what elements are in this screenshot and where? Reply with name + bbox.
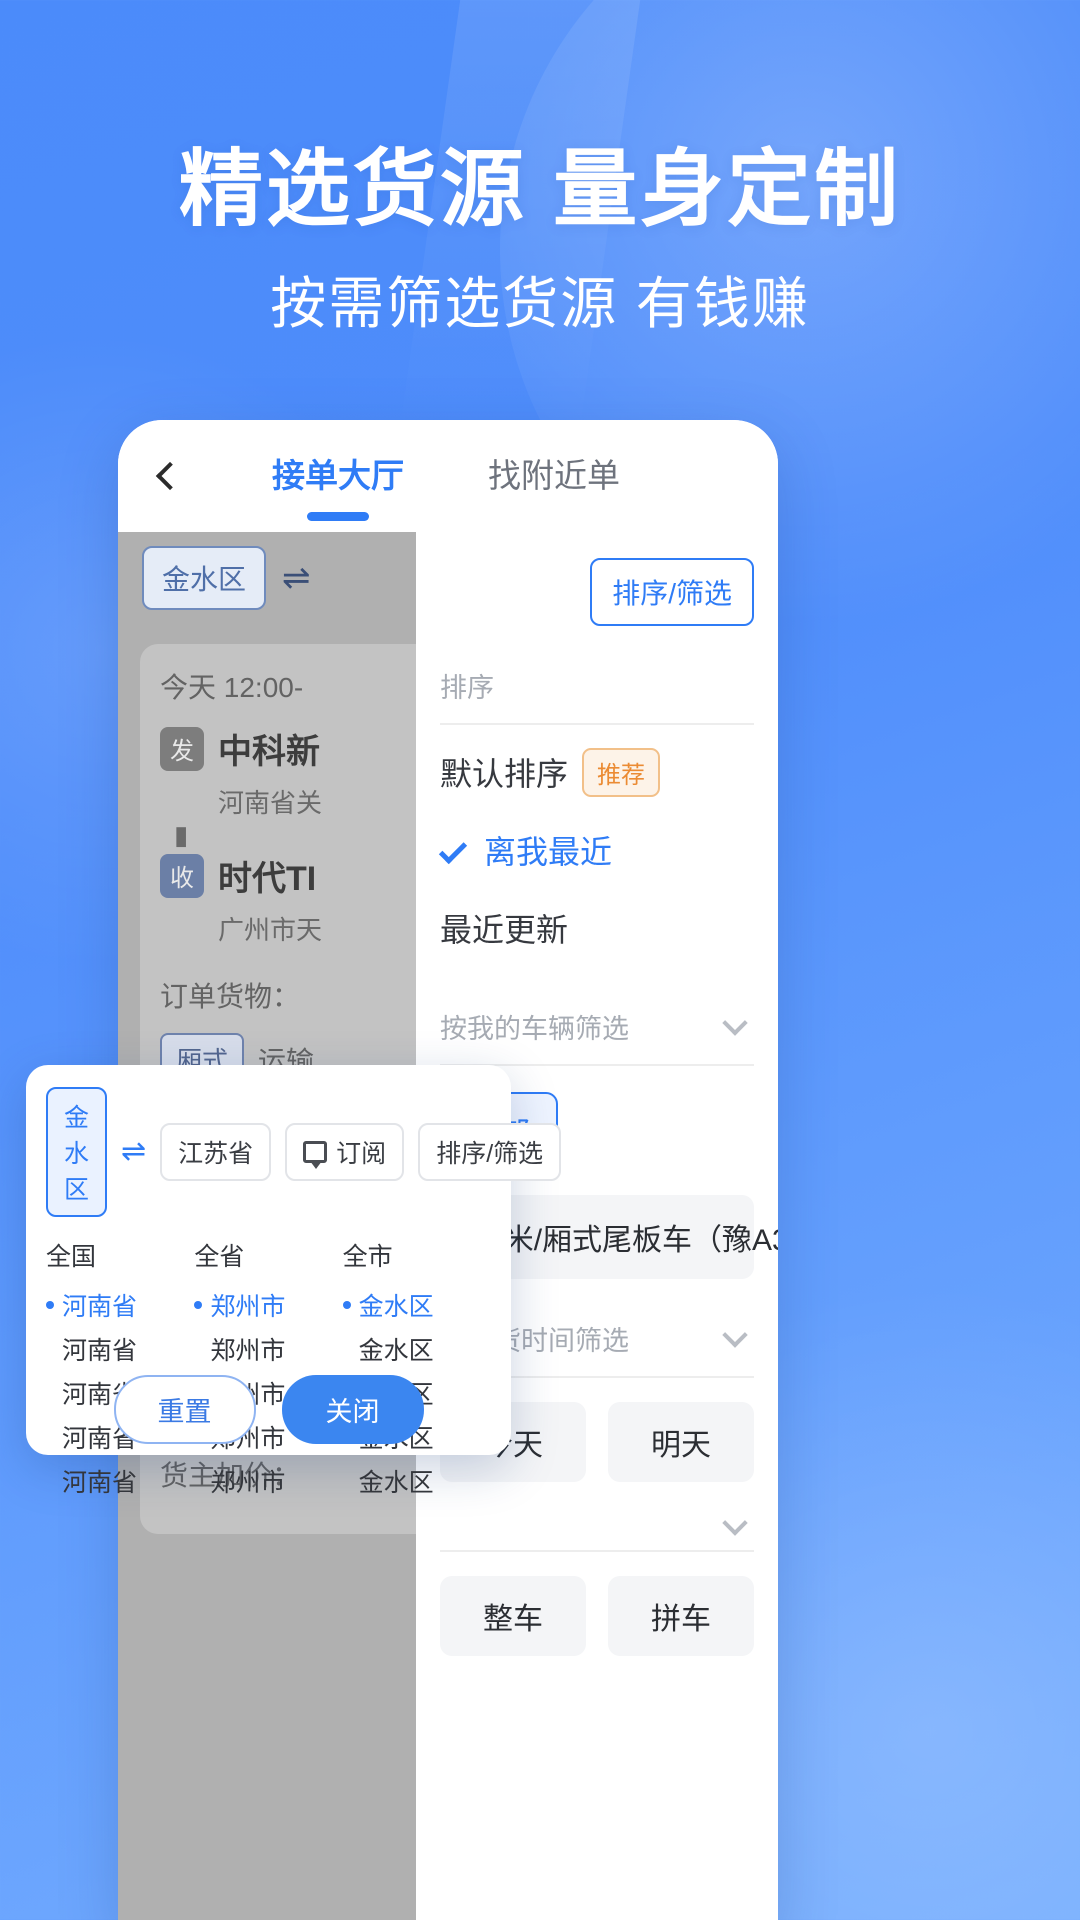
list-item-label: 郑州市 (210, 1293, 286, 1321)
sort-option-list: 默认排序 推荐 离我最近 最近更新 (438, 725, 754, 967)
list-item[interactable]: 金水区 (342, 1283, 491, 1327)
column-header-country[interactable]: 全国 (46, 1237, 194, 1283)
chevron-down-icon-2 (722, 1321, 748, 1348)
order-sender-row: 发 中科新 (160, 724, 416, 773)
subscribe-icon (303, 1141, 328, 1169)
list-item-label: 河南省 (62, 1337, 138, 1365)
subscribe-label: 订阅 (336, 1140, 387, 1168)
swap-horizontal-icon[interactable]: ⇌ (121, 1137, 146, 1167)
selected-dot-icon (194, 1477, 202, 1485)
reset-button[interactable]: 重置 (113, 1374, 256, 1444)
recommended-badge: 推荐 (582, 747, 661, 797)
tab-nearby-orders[interactable]: 找附近单 (488, 449, 620, 503)
cargo-chip-row: 整车 拼车 (440, 1576, 754, 1656)
chip-shared-load[interactable]: 拼车 (608, 1576, 754, 1656)
back-button[interactable] (118, 420, 214, 532)
region-picker-popup: 金水区 ⇌ 江苏省 订阅 排序/筛选 全国 河南省 河南省 河南省 河南省 河南… (26, 1065, 562, 1497)
sort-option-nearest[interactable]: 离我最近 (438, 811, 754, 889)
list-item-label: 金水区 (358, 1469, 434, 1497)
selected-dot-icon (46, 1301, 54, 1309)
chevron-left-icon (155, 461, 185, 491)
order-time: 今天 12:00- (160, 672, 304, 703)
region-sort-filter-button[interactable]: 排序/筛选 (418, 1123, 562, 1181)
selected-dot-icon (343, 1477, 351, 1485)
sender-name: 中科新 (218, 733, 320, 771)
app-navbar: 接单大厅 找附近单 (118, 420, 778, 532)
column-header-province[interactable]: 全省 (194, 1237, 342, 1283)
sort-option-recent-label: 最近更新 (440, 912, 569, 948)
order-list-toolbar: 金水区 ⇌ (118, 532, 416, 624)
hero-title: 精选货源 量身定制 (178, 142, 902, 236)
selected-dot-icon (342, 1301, 351, 1309)
route-pin-icon: ▮ (174, 820, 189, 850)
region-chip[interactable]: 金水区 (142, 546, 267, 610)
filter-sheet-topbar: 排序/筛选 (440, 532, 754, 626)
sender-address: 河南省关 (218, 788, 323, 818)
list-item-label: 金水区 (358, 1337, 434, 1365)
sender-badge: 发 (160, 726, 204, 771)
selected-dot-icon (343, 1345, 351, 1353)
vehicle-filter-header[interactable]: 按我的车辆筛选 (440, 1007, 754, 1046)
selected-dot-icon (46, 1477, 54, 1485)
order-receiver-row: 收 时代TI (160, 851, 416, 900)
vehicle-filter-label: 按我的车辆筛选 (440, 1014, 629, 1044)
swap-horizontal-icon[interactable]: ⇌ (282, 558, 311, 598)
list-item[interactable]: 金水区 (343, 1459, 491, 1503)
sort-filter-button[interactable]: 排序/筛选 (590, 558, 754, 626)
receiver-name: 时代TI (218, 860, 317, 898)
region-picker-header: 金水区 ⇌ 江苏省 订阅 排序/筛选 (46, 1087, 562, 1217)
hero-subtitle: 按需筛选货源 有钱赚 (270, 272, 810, 336)
column-header-city[interactable]: 全市 (343, 1237, 491, 1283)
list-item[interactable]: 郑州市 (194, 1283, 342, 1327)
sort-option-default-label: 默认排序 (440, 756, 569, 792)
tab-nearby-orders-label: 找附近单 (488, 457, 620, 494)
chip-full-load[interactable]: 整车 (440, 1576, 586, 1656)
list-item-label: 郑州市 (210, 1337, 286, 1365)
selected-dot-icon (194, 1301, 203, 1309)
close-button[interactable]: 关闭 (281, 1374, 424, 1444)
selected-dot-icon (194, 1345, 202, 1353)
chevron-down-icon-3 (722, 1510, 748, 1536)
subscribe-button[interactable]: 订阅 (285, 1123, 405, 1181)
receiver-badge: 收 (160, 853, 204, 898)
receiver-address: 广州市天 (218, 915, 323, 945)
sort-option-recent[interactable]: 最近更新 (440, 889, 754, 967)
cargo-filter-header[interactable] (440, 1510, 754, 1536)
sort-option-nearest-label: 离我最近 (484, 834, 613, 870)
list-item-label: 河南省 (62, 1293, 138, 1321)
sort-section-label: 排序 (440, 673, 494, 703)
check-icon (438, 835, 468, 865)
list-item[interactable]: 郑州市 (194, 1459, 342, 1503)
destination-chip[interactable]: 江苏省 (160, 1123, 272, 1181)
list-item[interactable]: 河南省 (46, 1283, 194, 1327)
hero-section: 精选货源 量身定制 按需筛选货源 有钱赚 (0, 0, 1080, 337)
chip-tomorrow[interactable]: 明天 (608, 1402, 754, 1482)
origin-chip[interactable]: 金水区 (46, 1087, 108, 1217)
tab-order-hall-label: 接单大厅 (272, 457, 404, 494)
region-picker-footer: 重置 关闭 (26, 1363, 511, 1455)
chevron-down-icon (722, 1009, 748, 1036)
list-item[interactable]: 河南省 (46, 1459, 194, 1503)
list-item-label: 郑州市 (210, 1469, 286, 1497)
order-goods-label: 订单货物： (160, 981, 301, 1012)
selected-dot-icon (46, 1345, 54, 1353)
tab-order-hall[interactable]: 接单大厅 (272, 449, 404, 521)
tab-active-underline (307, 512, 369, 521)
sort-option-default[interactable]: 默认排序 推荐 (440, 733, 754, 811)
list-item-label: 河南省 (62, 1469, 138, 1497)
tab-bar: 接单大厅 找附近单 (272, 449, 620, 521)
cargo-section-divider (440, 1550, 754, 1552)
list-item-label: 金水区 (358, 1293, 434, 1321)
